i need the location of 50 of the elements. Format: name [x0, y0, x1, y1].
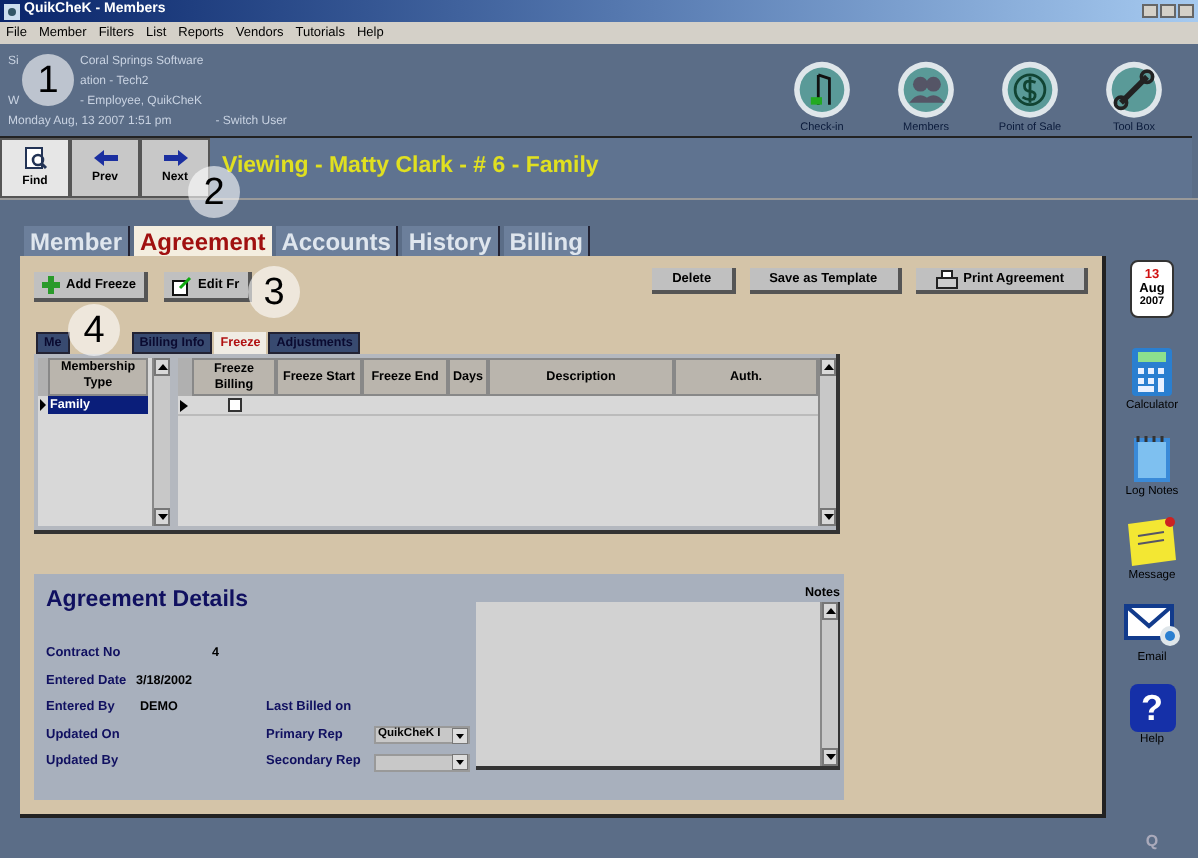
row-pointer-icon [38, 396, 48, 414]
row-pointer-icon [178, 396, 192, 416]
left-arrow-icon [93, 149, 117, 165]
up-arrow-icon [157, 364, 167, 370]
up-arrow-icon [823, 364, 833, 370]
dropdown-arrow-icon [452, 727, 468, 743]
wrench-icon [1100, 60, 1168, 120]
dollar-icon [996, 60, 1064, 120]
search-icon [23, 145, 47, 169]
corner-mark: Q [1145, 830, 1159, 854]
callout-marker: 4 [68, 304, 120, 356]
dropdown[interactable] [374, 753, 470, 771]
calculator-icon [1129, 346, 1174, 398]
maximize-button[interactable] [1160, 4, 1176, 18]
callout-marker: 1 [22, 54, 74, 106]
minimize-button[interactable] [1142, 4, 1158, 18]
scroll-up-button[interactable] [154, 358, 170, 376]
up-arrow-icon [825, 608, 835, 615]
notepad-icon [1130, 431, 1174, 484]
dropdown-arrow-icon [452, 754, 468, 770]
notes-field[interactable] [476, 602, 840, 771]
close-button[interactable] [1178, 4, 1194, 18]
scrollbar[interactable] [818, 358, 836, 526]
scrollbar[interactable] [820, 602, 838, 767]
scroll-up-button[interactable] [820, 358, 836, 376]
app-icon [4, 3, 20, 19]
door-icon [788, 60, 856, 120]
row-header-cell [38, 358, 48, 396]
edit-icon [172, 275, 193, 295]
scroll-up-button[interactable] [822, 602, 838, 621]
plus-icon [42, 276, 60, 294]
section-title: Agreement Details [46, 586, 250, 616]
row-header-cell [178, 358, 192, 396]
down-arrow-icon [823, 514, 833, 520]
scrollbar[interactable] [152, 358, 170, 526]
people-icon [892, 60, 960, 120]
viewing-title: Viewing - Matty Clark - # 6 - Family [222, 152, 599, 179]
right-arrow-icon [163, 149, 187, 165]
scroll-down-button[interactable] [820, 508, 836, 526]
scroll-down-button[interactable] [154, 508, 170, 526]
printer-icon [935, 269, 958, 289]
sticky-note-icon [1124, 516, 1180, 569]
envelope-icon [1124, 602, 1180, 651]
scroll-down-button[interactable] [822, 748, 838, 767]
checkbox[interactable] [227, 398, 241, 412]
down-arrow-icon [825, 754, 835, 761]
callout-marker: 3 [248, 266, 300, 318]
help-icon: ? [1129, 683, 1175, 732]
down-arrow-icon [157, 514, 167, 520]
tab[interactable]: Agreement [134, 226, 272, 256]
